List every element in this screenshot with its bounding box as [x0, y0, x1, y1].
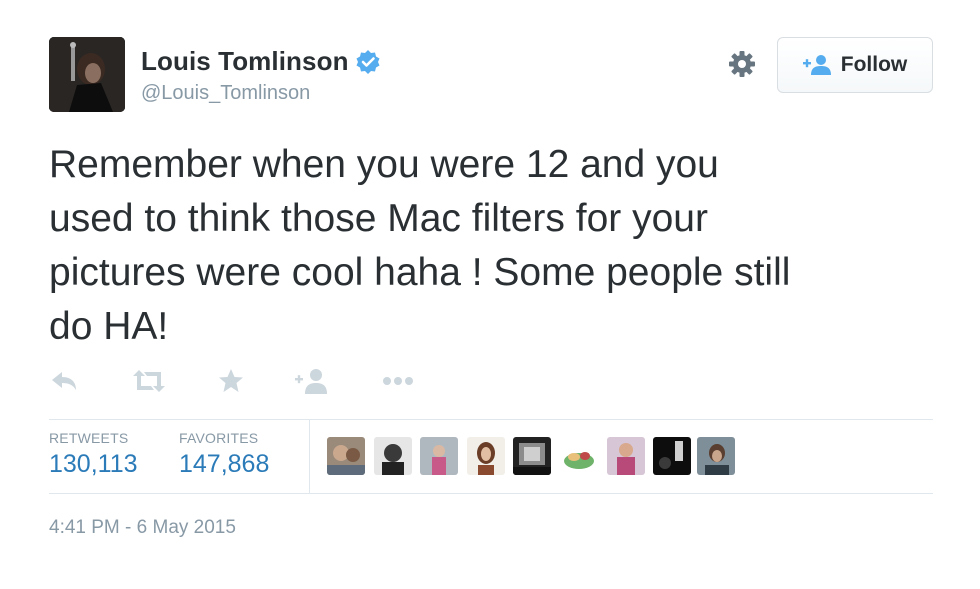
favoriter-avatar[interactable] [560, 437, 598, 475]
favoriter-avatar[interactable] [420, 437, 458, 475]
retweets-stat[interactable]: RETWEETS 130,113 [49, 430, 138, 479]
tweet-timestamp[interactable]: 4:41 PM - 6 May 2015 [49, 517, 236, 539]
follow-button[interactable]: Follow [777, 37, 933, 93]
favoriter-avatar[interactable] [513, 437, 551, 475]
follow-button-label: Follow [840, 53, 908, 76]
favoriter-avatar[interactable] [607, 437, 645, 475]
divider [49, 493, 933, 494]
user-name[interactable]: Louis Tomlinson [141, 46, 349, 77]
tweet-text-line: Remember when you were 12 and you [49, 143, 719, 186]
user-avatar[interactable] [49, 37, 125, 112]
favorites-label: FAVORITES [179, 430, 259, 446]
more-icon[interactable] [381, 366, 415, 396]
favorites-count: 147,868 [179, 450, 270, 478]
favoriter-avatar[interactable] [467, 437, 505, 475]
favorites-stat[interactable]: FAVORITES 147,868 [179, 430, 269, 479]
retweets-label: RETWEETS [49, 430, 129, 446]
tweet-text-line: used to think those Mac filters for your [49, 197, 708, 240]
retweet-icon[interactable] [131, 366, 167, 396]
favorite-icon[interactable] [216, 366, 246, 396]
tweet-text: Remember when you were 12 and you used t… [49, 138, 939, 354]
tweet-text-line: pictures were cool haha ! Some people st… [49, 251, 791, 294]
gear-icon[interactable] [727, 49, 757, 79]
reply-icon[interactable] [49, 366, 79, 396]
retweets-count: 130,113 [49, 450, 138, 478]
divider [49, 419, 933, 420]
tweet-text-line: do HA! [49, 305, 169, 348]
favoriter-avatar[interactable] [653, 437, 691, 475]
follow-icon[interactable] [295, 366, 329, 396]
favoriter-avatar[interactable] [374, 437, 412, 475]
favoriter-avatar[interactable] [697, 437, 735, 475]
user-handle[interactable]: @Louis_Tomlinson [141, 82, 310, 105]
user-name-row: Louis Tomlinson [141, 46, 381, 77]
favoriter-avatar[interactable] [327, 437, 365, 475]
divider [309, 420, 310, 493]
add-user-icon [802, 54, 831, 76]
verified-badge-icon [355, 49, 381, 75]
